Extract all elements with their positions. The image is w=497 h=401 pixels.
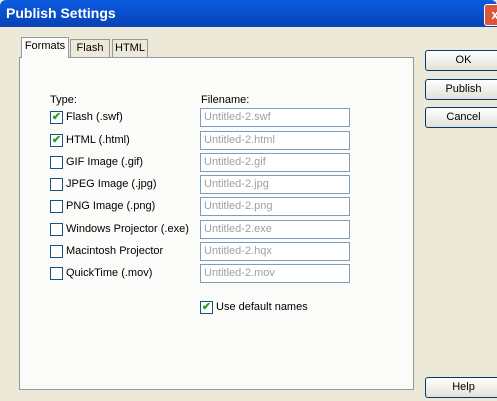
format-checkbox[interactable]: ✔ [50,111,63,124]
tab-flash[interactable]: Flash [70,39,110,57]
filename-field[interactable]: Untitled-2.jpg [200,175,350,194]
ok-button[interactable]: OK [425,50,497,71]
format-checkbox[interactable] [50,223,63,236]
use-default-names-label: Use default names [216,301,308,313]
format-label: JPEG Image (.jpg) [66,178,157,190]
format-label: GIF Image (.gif) [66,156,144,168]
format-checkbox[interactable] [50,267,63,280]
type-header: Type: [50,94,77,106]
title-bar: Publish Settings x [0,0,497,27]
use-default-names-checkbox[interactable]: ✔ [200,301,213,314]
filename-field[interactable]: Untitled-2.html [200,131,350,150]
format-label: Windows Projector (.exe) [66,223,189,235]
format-label: Flash (.swf) [66,111,123,123]
checkmark-icon: ✔ [51,111,62,123]
filename-field[interactable]: Untitled-2.gif [200,153,350,172]
format-checkbox[interactable]: ✔ [50,134,63,147]
close-icon: x [491,7,497,22]
format-checkbox[interactable] [50,245,63,258]
format-label: QuickTime (.mov) [66,267,153,279]
checkmark-icon: ✔ [201,301,212,313]
filename-field[interactable]: Untitled-2.swf [200,108,350,127]
tab-formats[interactable]: Formats [21,37,69,58]
window-title: Publish Settings [6,5,116,21]
close-button[interactable]: x [484,4,497,26]
filename-field[interactable]: Untitled-2.mov [200,264,350,283]
cancel-button[interactable]: Cancel [425,107,497,128]
tab-flash-label: Flash [76,42,104,54]
help-button[interactable]: Help [425,377,497,398]
publish-button[interactable]: Publish [425,79,497,100]
format-label: HTML (.html) [66,134,130,146]
format-checkbox[interactable] [50,200,63,213]
tab-formats-label: Formats [24,40,66,52]
formats-panel: Type: Filename: ✔ Flash (.swf) Untitled-2.… [19,57,414,390]
format-checkbox[interactable] [50,156,63,169]
filename-field[interactable]: Untitled-2.png [200,197,350,216]
tab-html-label: HTML [115,42,145,54]
filename-field[interactable]: Untitled-2.exe [200,220,350,239]
format-label: PNG Image (.png) [66,200,156,212]
filename-field[interactable]: Untitled-2.hqx [200,242,350,261]
filename-header: Filename: [201,94,250,106]
checkmark-icon: ✔ [51,134,62,146]
tab-html[interactable]: HTML [112,39,148,57]
format-label: Macintosh Projector [66,245,164,257]
format-checkbox[interactable] [50,178,63,191]
